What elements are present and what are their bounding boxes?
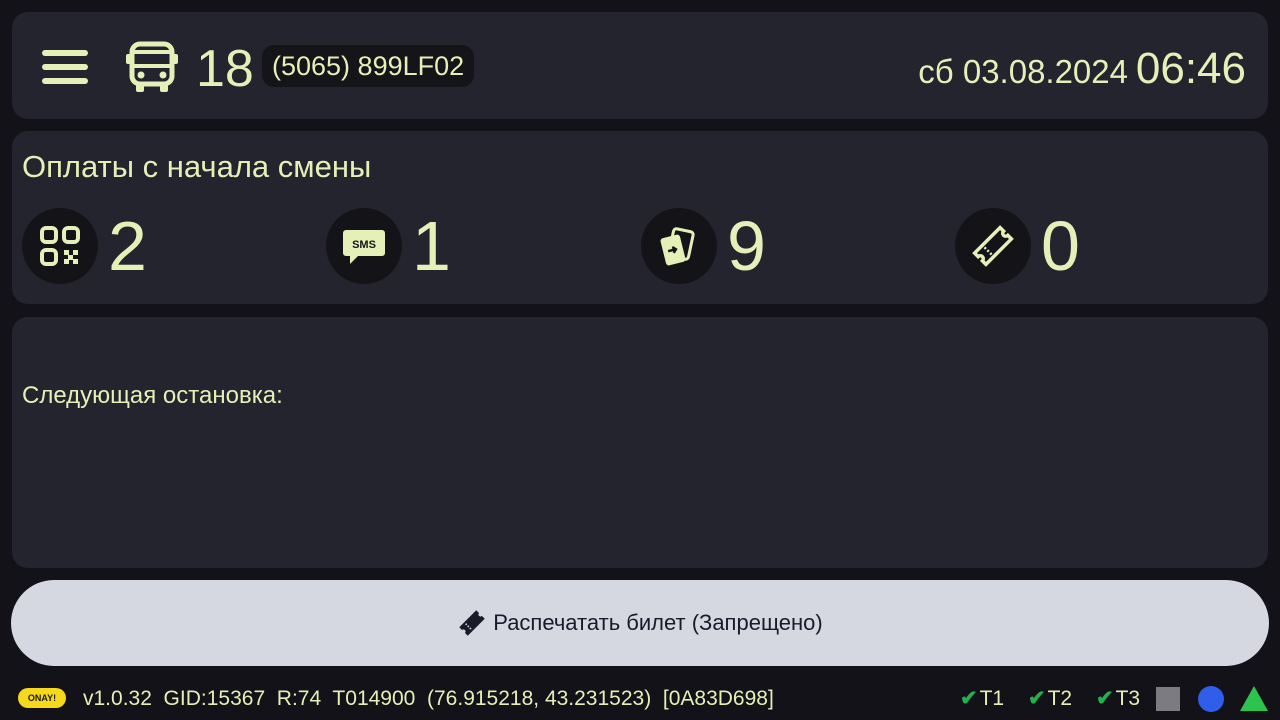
payment-qr-count: 2	[108, 207, 147, 285]
t3-label: T3	[1115, 687, 1141, 710]
menu-icon-line	[42, 50, 88, 56]
next-stop-panel: Следующая остановка:	[12, 317, 1268, 568]
payment-qr-icon-bg	[22, 208, 98, 284]
payment-sms-count: 1	[412, 207, 451, 285]
payment-ticket-icon-bg	[955, 208, 1031, 284]
check-icon: ✔	[1096, 687, 1114, 710]
card-tap-icon	[660, 227, 695, 266]
ticket-icon	[972, 225, 1014, 267]
payment-ticket-count: 0	[1041, 207, 1080, 285]
t1-label: T1	[979, 687, 1005, 710]
menu-icon-line	[42, 78, 88, 84]
clock-label: 06:46	[1135, 44, 1246, 93]
system-info-text: v1.0.32 GID:15367 R:74 T014900 (76.91521…	[83, 687, 774, 710]
payments-panel: Оплаты с начала смены 2 SMS 1 9 0	[12, 131, 1268, 304]
check-icon: ✔	[1028, 687, 1046, 710]
print-ticket-label: Распечатать билет (Запрещено)	[493, 610, 823, 635]
print-ticket-button[interactable]: Распечатать билет (Запрещено)	[11, 580, 1269, 666]
ticket-icon	[459, 610, 485, 636]
qr-code-icon	[40, 226, 80, 266]
payment-sms-icon-bg: SMS	[326, 208, 402, 284]
vehicle-id-badge: (5065) 899LF02	[262, 45, 475, 87]
green-triangle-status-icon	[1240, 686, 1268, 711]
menu-button[interactable]	[42, 48, 90, 86]
svg-text:SMS: SMS	[352, 239, 376, 251]
t2-label: T2	[1047, 687, 1073, 710]
date-label: сб 03.08.2024	[918, 53, 1128, 90]
menu-icon-line	[42, 64, 88, 70]
check-icon: ✔	[960, 687, 978, 710]
t1-indicator: ✔T1	[960, 678, 1004, 720]
status-bar: ONAY! v1.0.32 GID:15367 R:74 T014900 (76…	[0, 678, 1280, 720]
payment-card-count: 9	[727, 207, 766, 285]
bus-icon	[126, 41, 178, 92]
blue-circle-status-icon	[1198, 686, 1224, 712]
sms-icon: SMS	[343, 230, 385, 264]
next-stop-label: Следующая остановка:	[22, 382, 283, 409]
t3-indicator: ✔T3	[1096, 678, 1140, 720]
route-number: 18	[196, 40, 254, 98]
onay-logo: ONAY!	[18, 688, 66, 708]
payments-title: Оплаты с начала смены	[22, 149, 372, 184]
payment-card-icon-bg	[641, 208, 717, 284]
t2-indicator: ✔T2	[1028, 678, 1072, 720]
grey-square-status-icon	[1156, 687, 1180, 711]
